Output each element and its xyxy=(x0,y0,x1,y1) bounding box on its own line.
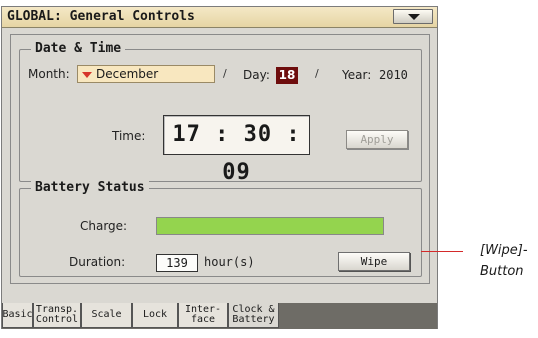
tab-basic[interactable]: Basic xyxy=(2,303,33,328)
time-label: Time: xyxy=(112,129,146,143)
tab-label: Scale xyxy=(91,309,122,320)
tab-transp-control[interactable]: Transp. Control xyxy=(33,303,81,328)
tab-label: Inter- face xyxy=(184,304,222,325)
window-title: GLOBAL: General Controls xyxy=(7,9,195,24)
charge-label: Charge: xyxy=(80,219,128,233)
duration-unit: hour(s) xyxy=(204,255,255,269)
date-separator: / xyxy=(223,67,227,80)
tab-lock[interactable]: Lock xyxy=(132,303,178,328)
year-field[interactable]: 2010 xyxy=(379,67,408,83)
tab-scale[interactable]: Scale xyxy=(81,303,132,328)
page-content: Date & Time Month: December / Day: 18 / … xyxy=(10,34,430,284)
battery-charge-bar xyxy=(156,217,384,235)
day-field[interactable]: 18 xyxy=(276,67,298,84)
month-value: December xyxy=(96,67,159,81)
tab-clock-battery[interactable]: Clock & Battery xyxy=(228,303,279,328)
title-bar: GLOBAL: General Controls xyxy=(2,7,437,28)
tab-bar: Basic Transp. Control Scale Lock Inter- … xyxy=(2,303,437,329)
tab-interface[interactable]: Inter- face xyxy=(178,303,228,328)
page-menu-button[interactable] xyxy=(393,9,433,24)
callout-line xyxy=(421,251,463,252)
duration-value: 139 xyxy=(156,254,198,272)
year-label: Year: xyxy=(342,68,372,82)
date-time-group: Date & Time Month: December / Day: 18 / … xyxy=(19,41,422,185)
battery-status-group: Battery Status Charge: Duration: 139 hou… xyxy=(19,180,422,277)
tab-label: Basic xyxy=(2,309,33,320)
month-label: Month: xyxy=(28,67,70,81)
battery-status-legend: Battery Status xyxy=(31,180,149,196)
time-field[interactable]: 17 : 30 : 09 xyxy=(163,115,310,185)
apply-button[interactable]: Apply xyxy=(346,130,408,149)
battery-charge-fill xyxy=(157,218,383,234)
callout-wipe-button: [Wipe]- Button xyxy=(480,240,538,282)
date-time-legend: Date & Time xyxy=(31,41,126,57)
duration-label: Duration: xyxy=(69,255,126,269)
date-separator: / xyxy=(315,67,319,80)
dropdown-arrow-icon xyxy=(82,72,92,78)
tab-label: Clock & Battery xyxy=(232,304,275,325)
wipe-button[interactable]: Wipe xyxy=(338,252,410,271)
day-label: Day: xyxy=(243,68,270,82)
tab-label: Lock xyxy=(142,309,168,320)
tab-label: Transp. Control xyxy=(35,304,79,325)
month-select[interactable]: December xyxy=(77,65,215,83)
callout-label: [Wipe]- Button xyxy=(480,243,528,279)
global-general-controls-window: GLOBAL: General Controls Date & Time Mon… xyxy=(1,6,438,329)
chevron-down-icon xyxy=(408,14,420,20)
